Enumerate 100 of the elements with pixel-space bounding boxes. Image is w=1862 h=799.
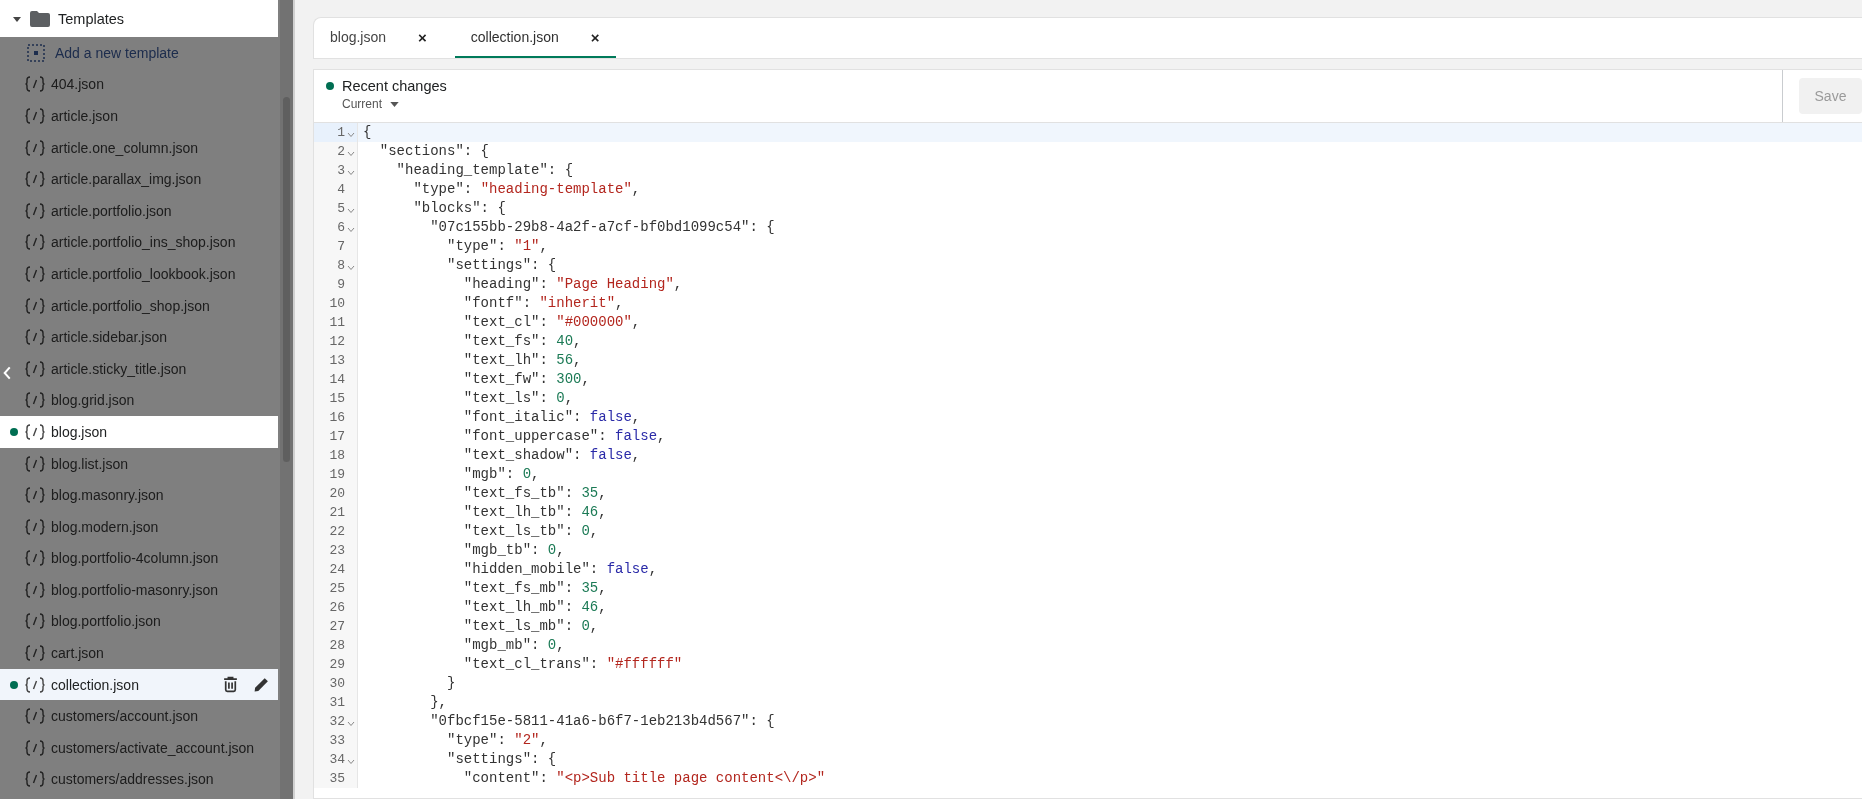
line-number: 34	[329, 751, 345, 769]
code-file-icon	[25, 708, 45, 725]
template-item[interactable]: blog.json	[0, 416, 278, 448]
template-item[interactable]: blog.grid.json	[0, 384, 278, 417]
template-item[interactable]: 404.json	[0, 68, 278, 101]
code-file-icon	[25, 676, 45, 693]
line-number: 26	[329, 599, 345, 617]
folder-icon	[30, 10, 50, 27]
template-item[interactable]: blog.list.json	[0, 447, 278, 480]
line-number: 2	[337, 143, 345, 161]
code-file-icon	[25, 392, 45, 409]
code-line: "text_fs_tb": 35,	[462, 484, 607, 503]
code-line: "blocks": {	[412, 199, 506, 218]
template-item[interactable]: article.sidebar.json	[0, 321, 278, 353]
close-tab-button[interactable]: ×	[588, 28, 602, 46]
fold-icon[interactable]	[347, 227, 355, 233]
folder-row[interactable]: Templates	[0, 0, 278, 37]
add-template-icon	[27, 43, 45, 62]
code-file-icon	[25, 771, 45, 788]
line-number: 7	[337, 238, 345, 256]
code-line: "text_ls_tb": 0,	[462, 522, 599, 541]
code-line: "type": "1",	[446, 237, 548, 256]
code-file-icon	[25, 171, 45, 188]
template-item[interactable]: cart.json	[0, 637, 278, 669]
code-file-icon	[25, 581, 45, 598]
code-line: "type": "2",	[446, 731, 548, 750]
code-file-icon	[25, 487, 45, 504]
fold-icon[interactable]	[347, 721, 355, 727]
code-line: "sections": {	[378, 142, 490, 161]
template-item[interactable]: blog.portfolio-masonry.json	[0, 574, 278, 606]
template-item[interactable]: blog.masonry.json	[0, 479, 278, 511]
code-line: "content": "<p>Sub title page content<\/p>"	[462, 769, 826, 788]
line-number: 29	[329, 656, 345, 674]
fold-icon[interactable]	[347, 151, 355, 157]
code-line: "text_cl": "#000000",	[462, 313, 641, 332]
code-line: {	[362, 123, 372, 142]
code-line: "text_shadow": false,	[462, 446, 641, 465]
code-line: "mgb_mb": 0,	[462, 636, 565, 655]
template-item[interactable]: customers/addresses.json	[0, 763, 278, 796]
code-line: "text_fw": 300,	[462, 370, 590, 389]
fold-icon[interactable]	[347, 170, 355, 176]
code-file-icon	[25, 265, 45, 282]
code-line: }	[446, 674, 456, 693]
file-tab[interactable]: collection.json ×	[454, 18, 616, 58]
code-line: "text_lh": 56,	[462, 351, 582, 370]
code-file-icon	[25, 613, 45, 630]
fold-icon[interactable]	[347, 132, 355, 138]
template-item[interactable]: article.one_column.json	[0, 131, 278, 164]
line-number: 6	[337, 219, 345, 237]
file-tab[interactable]: blog.json ×	[330, 18, 443, 58]
template-item[interactable]: collection.json	[0, 668, 278, 701]
line-number: 12	[329, 333, 345, 351]
code-line: "text_lh_tb": 46,	[462, 503, 607, 522]
template-item[interactable]: article.portfolio_lookbook.json	[0, 258, 278, 290]
chevron-left-icon[interactable]	[3, 366, 12, 380]
template-item[interactable]: customers/activate_account.json	[0, 732, 278, 764]
line-number: 30	[329, 675, 345, 693]
line-number: 1	[337, 124, 345, 142]
line-number: 35	[329, 770, 345, 788]
code-file-icon	[25, 329, 45, 346]
code-file-icon	[25, 139, 45, 156]
code-line: "heading_template": {	[395, 161, 574, 180]
code-file-icon	[25, 234, 45, 251]
template-item[interactable]: blog.modern.json	[0, 510, 278, 543]
pencil-icon[interactable]	[253, 676, 270, 694]
line-number: 16	[329, 409, 345, 427]
code-line: "type": "heading-template",	[412, 180, 641, 199]
template-item[interactable]: article.sticky_title.json	[0, 352, 278, 385]
template-item[interactable]: customers/account.json	[0, 700, 278, 733]
line-number: 17	[329, 428, 345, 446]
code-file-icon	[25, 76, 45, 93]
line-number: 3	[337, 162, 345, 180]
line-number: 24	[329, 561, 345, 579]
template-item[interactable]: blog.portfolio-4column.json	[0, 542, 278, 575]
line-number: 5	[337, 200, 345, 218]
template-item[interactable]: article.json	[0, 100, 278, 132]
template-item[interactable]: article.parallax_img.json	[0, 163, 278, 195]
template-item[interactable]: article.portfolio_ins_shop.json	[0, 226, 278, 259]
fold-icon[interactable]	[347, 759, 355, 765]
close-tab-button[interactable]: ×	[416, 28, 429, 46]
fold-icon[interactable]	[347, 265, 355, 271]
line-number: 23	[329, 542, 345, 560]
fold-icon[interactable]	[347, 208, 355, 214]
line-number: 28	[329, 637, 345, 655]
line-number: 14	[329, 371, 345, 389]
code-line: "font_uppercase": false,	[462, 427, 666, 446]
code-line: "font_italic": false,	[462, 408, 641, 427]
line-number: 8	[337, 257, 345, 275]
code-line: "07c155bb-29b8-4a2f-a7cf-bf0bd1099c54": {	[429, 218, 775, 237]
code-line: "text_lh_mb": 46,	[462, 598, 607, 617]
line-number: 27	[329, 618, 345, 636]
line-number: 9	[337, 276, 345, 294]
trash-icon[interactable]	[222, 676, 239, 694]
add-template-link[interactable]: Add a new template	[55, 44, 179, 61]
template-item[interactable]: article.portfolio.json	[0, 194, 278, 227]
template-item[interactable]: blog.portfolio.json	[0, 605, 278, 638]
code-line: "0fbcf15e-5811-41a6-b6f7-1eb213b4d567": {	[429, 712, 775, 731]
template-item[interactable]: article.portfolio_shop.json	[0, 289, 278, 322]
version-dropdown[interactable]: Current	[326, 97, 399, 111]
caret-icon	[390, 101, 399, 107]
